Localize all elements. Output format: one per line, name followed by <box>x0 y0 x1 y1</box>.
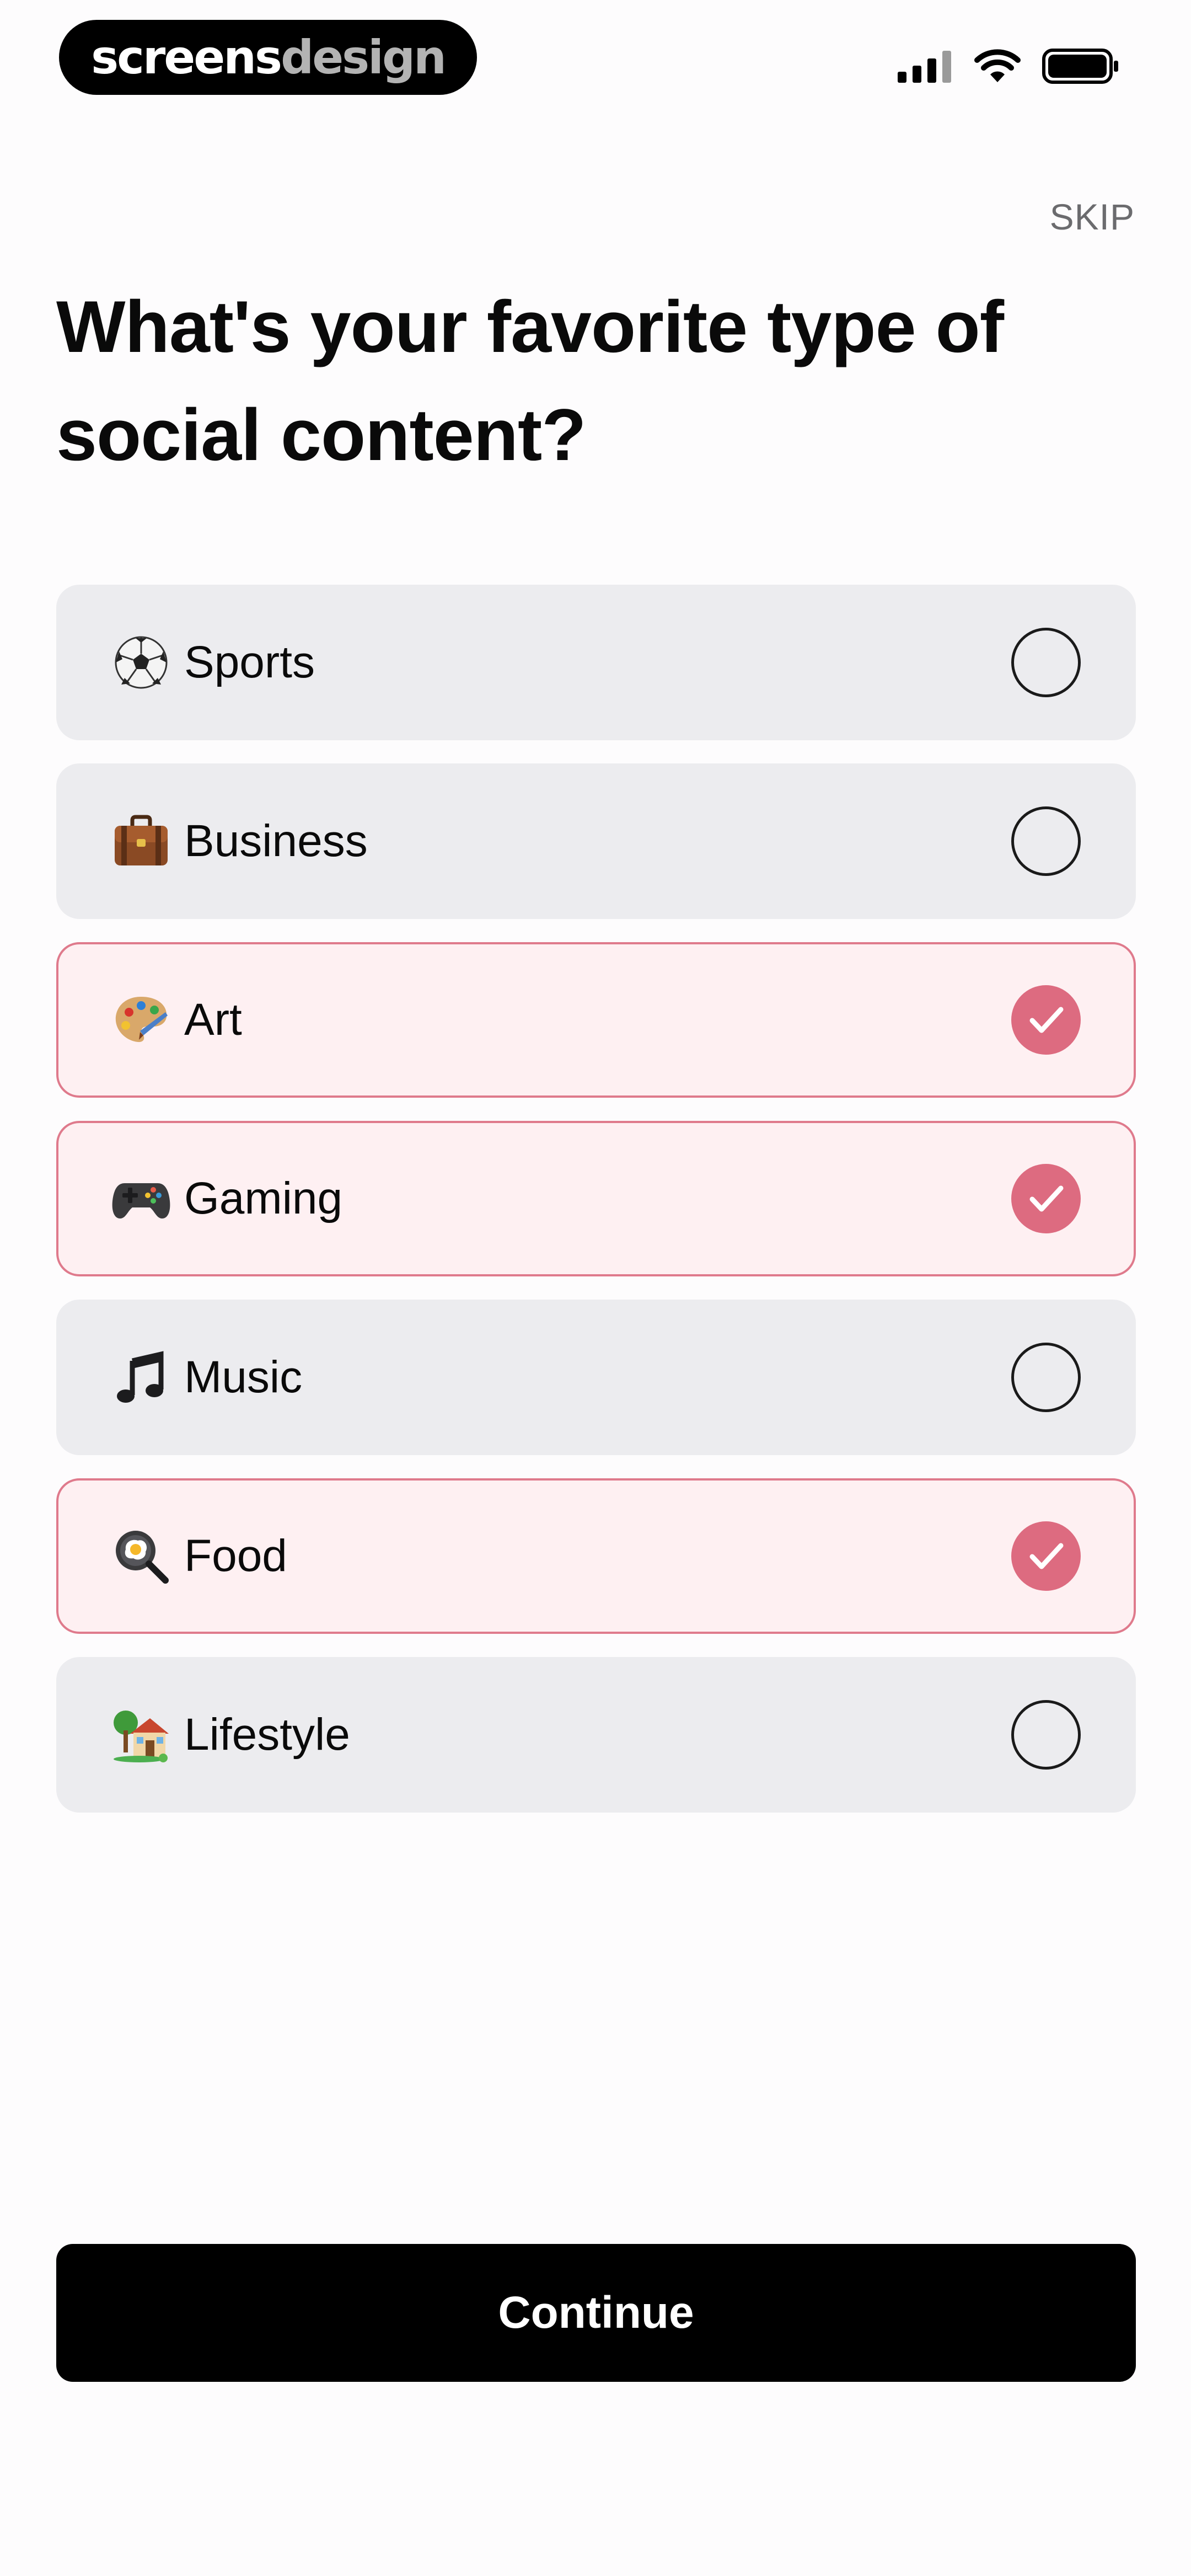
cellular-signal-icon <box>898 50 953 83</box>
frying-pan-egg-icon <box>111 1526 171 1586</box>
house-with-garden-icon <box>111 1705 171 1765</box>
radio-checked[interactable] <box>1011 985 1081 1055</box>
option-label: Food <box>184 1531 287 1581</box>
continue-button[interactable]: Continue <box>56 2244 1136 2382</box>
battery-icon <box>1042 49 1119 84</box>
option-gaming[interactable]: Gaming <box>56 1121 1136 1276</box>
option-label: Music <box>184 1352 303 1402</box>
screensdesign-watermark: screens design <box>59 20 477 95</box>
content-type-options: Sports Business Art Gaming Music Food Li… <box>56 585 1136 1813</box>
radio-unchecked[interactable] <box>1011 628 1081 697</box>
option-art[interactable]: Art <box>56 942 1136 1098</box>
radio-unchecked[interactable] <box>1011 1700 1081 1770</box>
option-sports[interactable]: Sports <box>56 585 1136 740</box>
option-label: Gaming <box>184 1173 343 1223</box>
option-label: Sports <box>184 637 315 687</box>
watermark-part-screens: screens <box>91 30 282 84</box>
option-lifestyle[interactable]: Lifestyle <box>56 1657 1136 1813</box>
status-bar-icons <box>898 44 1119 88</box>
game-controller-icon <box>111 1169 171 1228</box>
briefcase-icon <box>111 811 171 871</box>
music-note-icon <box>111 1348 171 1407</box>
watermark-part-design: design <box>281 30 447 84</box>
option-food[interactable]: Food <box>56 1478 1136 1634</box>
palette-icon <box>111 990 171 1050</box>
soccer-ball-icon <box>111 633 171 692</box>
checkmark-icon <box>1029 1543 1064 1569</box>
option-label: Business <box>184 816 368 866</box>
checkmark-icon <box>1029 1007 1064 1033</box>
radio-checked[interactable] <box>1011 1164 1081 1233</box>
skip-button[interactable]: SKIP <box>1050 196 1135 238</box>
page-title: What's your favorite type of social cont… <box>56 286 1004 476</box>
wifi-icon <box>974 49 1021 83</box>
option-music[interactable]: Music <box>56 1300 1136 1455</box>
option-business[interactable]: Business <box>56 763 1136 919</box>
option-label: Lifestyle <box>184 1709 350 1760</box>
checkmark-icon <box>1029 1185 1064 1212</box>
radio-checked[interactable] <box>1011 1521 1081 1591</box>
radio-unchecked[interactable] <box>1011 806 1081 876</box>
option-label: Art <box>184 995 242 1045</box>
radio-unchecked[interactable] <box>1011 1343 1081 1412</box>
